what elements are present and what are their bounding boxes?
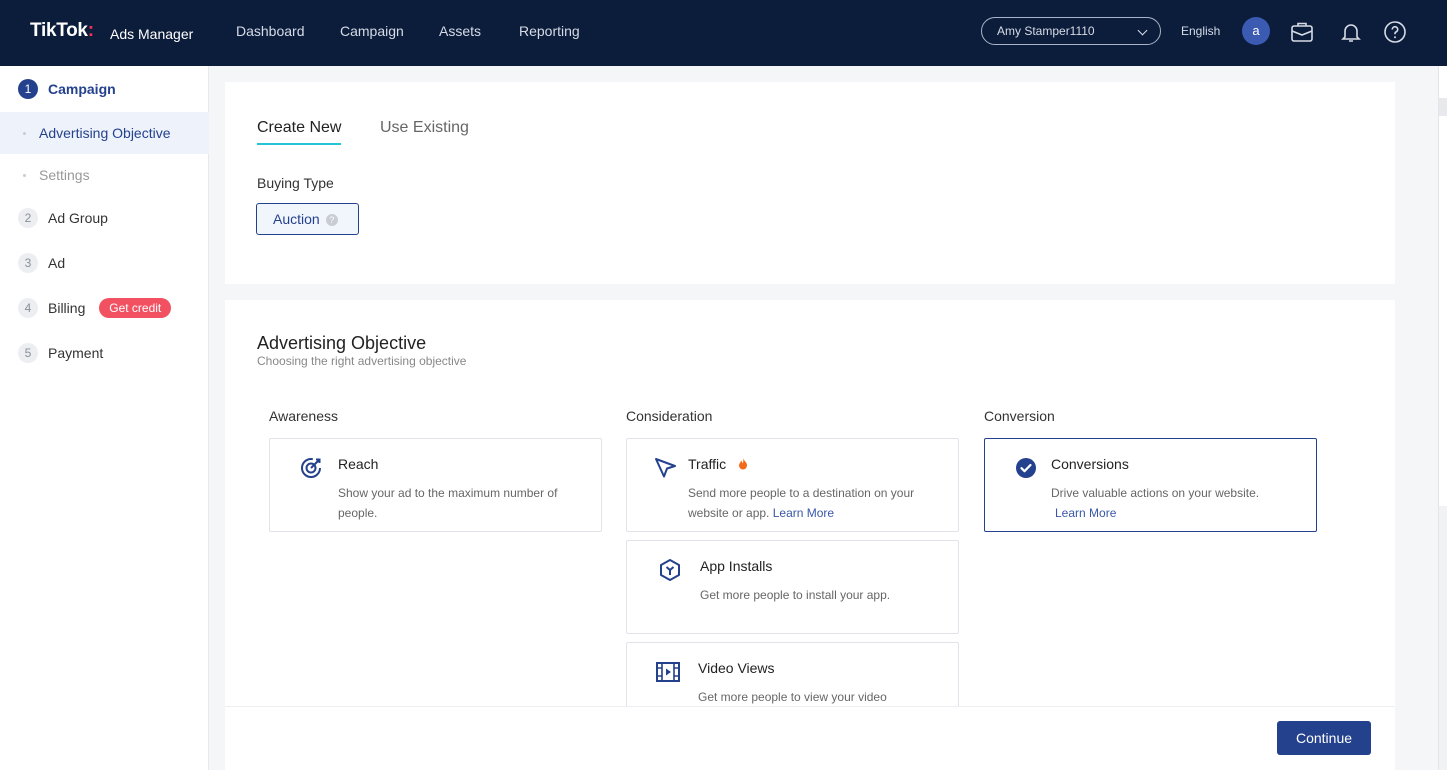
nav-assets[interactable]: Assets <box>439 23 481 39</box>
sidebar-step-payment[interactable]: 5 Payment <box>18 343 103 363</box>
objective-description: Get more people to view your video <box>698 690 887 704</box>
sidebar-step-ad-group[interactable]: 2 Ad Group <box>18 208 108 228</box>
column-conversion: Conversion <box>984 408 1055 424</box>
step-label: Payment <box>48 345 104 361</box>
sidebar-step-ad[interactable]: 3 Ad <box>18 253 65 273</box>
objective-name: App Installs <box>700 558 773 574</box>
objective-description: Send more people to a destination on you… <box>688 486 915 520</box>
objective-description: Show your ad to the maximum number of pe… <box>338 486 558 520</box>
avatar[interactable]: a <box>1242 17 1270 45</box>
buying-type-label: Buying Type <box>257 175 334 191</box>
objective-conversions[interactable]: Conversions Drive valuable actions on yo… <box>984 438 1317 532</box>
objective-name: Reach <box>338 456 379 472</box>
objective-traffic[interactable]: Traffic Send more people to a destinatio… <box>626 438 959 532</box>
objective-reach[interactable]: Reach Show your ad to the maximum number… <box>269 438 602 532</box>
sidebar-step-billing[interactable]: 4 Billing Get credit <box>18 298 172 318</box>
bell-icon[interactable] <box>1339 20 1363 44</box>
objective-description: Get more people to install your app. <box>700 588 891 602</box>
app-cube-icon <box>660 559 680 581</box>
fire-icon <box>739 458 748 470</box>
objective-name: Video Views <box>698 660 775 676</box>
objective-name: Conversions <box>1051 456 1129 472</box>
briefcase-icon[interactable] <box>1290 20 1314 44</box>
column-consideration: Consideration <box>626 408 713 424</box>
footer-bar: Continue <box>225 706 1395 770</box>
step-label: Ad <box>48 255 66 271</box>
tab-create-new[interactable]: Create New <box>257 119 342 145</box>
objective-video-views[interactable]: Video Views Get more people to view your… <box>626 642 959 706</box>
get-credit-badge[interactable]: Get credit <box>99 298 172 318</box>
step-number: 5 <box>18 343 38 363</box>
step-number: 2 <box>18 208 38 228</box>
nav-campaign[interactable]: Campaign <box>340 23 404 39</box>
section-title: Advertising Objective <box>257 333 427 353</box>
step-number: 1 <box>18 79 38 99</box>
cursor-arrow-icon <box>655 458 676 478</box>
check-circle-icon <box>1016 458 1036 478</box>
language-switch[interactable]: English <box>1181 24 1220 38</box>
continue-button[interactable]: Continue <box>1277 721 1371 755</box>
auction-label: Auction <box>273 211 320 227</box>
target-icon <box>301 458 321 478</box>
step-number: 4 <box>18 298 38 318</box>
scroll-track-region <box>1439 506 1447 770</box>
step-label: Ad Group <box>48 210 108 226</box>
tiktok-logo[interactable]: TikTok: <box>30 20 94 42</box>
learn-more-link[interactable]: Learn More <box>1055 506 1116 520</box>
learn-more-link[interactable]: Learn More <box>773 506 834 520</box>
column-awareness: Awareness <box>269 408 339 424</box>
campaign-setup-card: Create New Use Existing Buying Type Auct… <box>225 82 1395 284</box>
sidebar-step-campaign[interactable]: 1 Campaign <box>18 79 116 99</box>
section-subtitle: Choosing the right advertising objective <box>257 354 467 368</box>
buying-type-auction-button[interactable]: Auction? <box>256 203 359 235</box>
account-selector[interactable]: Amy Stamper1110 <box>981 17 1161 45</box>
video-film-icon <box>656 662 680 682</box>
scrollbar[interactable] <box>1438 66 1447 770</box>
step-number: 3 <box>18 253 38 273</box>
scroll-thumb[interactable] <box>1439 98 1447 116</box>
top-bar: TikTok: Ads Manager Dashboard Campaign A… <box>0 0 1447 66</box>
sidebar-item-settings[interactable]: Settings <box>0 154 209 196</box>
tab-use-existing[interactable]: Use Existing <box>380 119 469 143</box>
nav-dashboard[interactable]: Dashboard <box>236 23 305 39</box>
product-name: Ads Manager <box>110 26 194 42</box>
advertising-objective-card: Advertising Objective Choosing the right… <box>225 300 1395 706</box>
objective-app-installs[interactable]: App Installs Get more people to install … <box>626 540 959 634</box>
objective-description: Drive valuable actions on your website. … <box>1051 486 1260 520</box>
chevron-down-icon <box>1137 25 1148 36</box>
step-label: Campaign <box>48 81 116 97</box>
account-name: Amy Stamper1110 <box>997 24 1095 38</box>
sidebar: 1 Campaign Advertising Objective Settings… <box>0 66 209 770</box>
help-icon[interactable] <box>1383 20 1407 44</box>
sidebar-item-advertising-objective[interactable]: Advertising Objective <box>0 112 209 154</box>
step-label: Billing <box>48 300 86 316</box>
objective-name: Traffic <box>688 456 748 472</box>
nav-reporting[interactable]: Reporting <box>519 23 580 39</box>
help-icon[interactable]: ? <box>325 214 338 226</box>
